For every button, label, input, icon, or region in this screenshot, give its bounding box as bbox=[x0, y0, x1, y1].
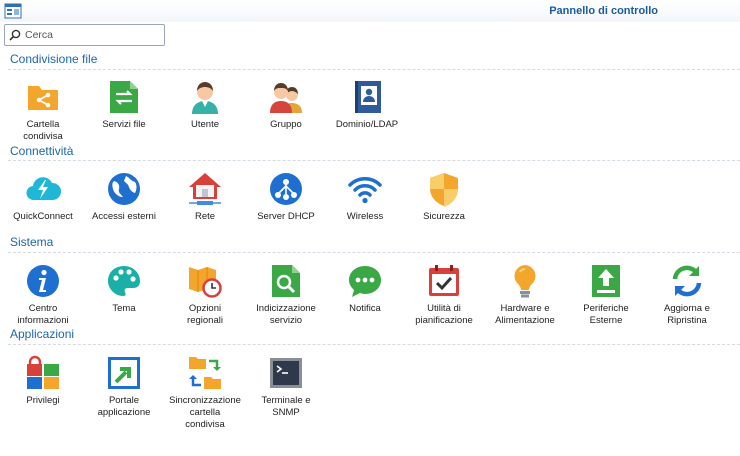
item-label: Utilità di pianificazione bbox=[415, 303, 473, 326]
section-title-sistema: Sistema bbox=[10, 235, 54, 249]
group-item[interactable]: Gruppo bbox=[246, 79, 326, 131]
section-grid-condivisione-file: Cartella condivisa Servizi file Utente G… bbox=[0, 79, 740, 159]
indexing-icon bbox=[272, 265, 300, 297]
section-grid-applicazioni: Privilegi Portale applicazione Sincroniz… bbox=[0, 355, 740, 450]
title-bar: Pannello di controllo bbox=[0, 0, 740, 22]
privileges-item[interactable]: Privilegi bbox=[3, 355, 83, 407]
chat-bubble-icon bbox=[349, 266, 381, 297]
item-label: Privilegi bbox=[26, 395, 60, 406]
item-label: Servizi file bbox=[102, 119, 146, 130]
item-label: Tema bbox=[112, 303, 136, 314]
dhcp-icon bbox=[270, 173, 302, 205]
terminal-snmp-item[interactable]: Terminale e SNMP bbox=[246, 355, 326, 419]
notification-item[interactable]: Notifica bbox=[325, 263, 405, 315]
item-label: Portale applicazione bbox=[97, 395, 151, 418]
domain-ldap-icon bbox=[355, 81, 381, 113]
item-label: Cartella condivisa bbox=[23, 119, 63, 142]
control-panel-icon bbox=[4, 3, 22, 19]
globe-icon bbox=[108, 173, 140, 205]
item-label: Notifica bbox=[349, 303, 381, 314]
item-label: Hardware e Alimentazione bbox=[495, 303, 555, 326]
refresh-icon bbox=[672, 265, 702, 297]
section-title-condivisione-file: Condivisione file bbox=[10, 52, 98, 66]
wireless-item[interactable]: Wireless bbox=[325, 171, 405, 223]
calendar-check-icon bbox=[429, 265, 459, 296]
app-portal-icon bbox=[108, 357, 140, 389]
item-label: Gruppo bbox=[270, 119, 302, 130]
shared-folder-icon bbox=[28, 86, 58, 110]
item-label: Centro informazioni bbox=[17, 303, 69, 326]
item-label: Utente bbox=[191, 119, 219, 130]
domain-ldap-item[interactable]: Dominio/LDAP bbox=[327, 79, 407, 131]
item-label: Dominio/LDAP bbox=[335, 119, 399, 130]
external-access-item[interactable]: Accessi esterni bbox=[84, 171, 164, 223]
quickconnect-item[interactable]: QuickConnect bbox=[3, 171, 83, 223]
hardware-power-item[interactable]: Hardware e Alimentazione bbox=[485, 263, 565, 327]
section-divider bbox=[8, 252, 740, 253]
security-item[interactable]: Sicurezza bbox=[404, 171, 484, 223]
window-title: Pannello di controllo bbox=[549, 5, 658, 17]
item-label: Wireless bbox=[346, 211, 384, 222]
item-label: Sicurezza bbox=[423, 211, 465, 222]
external-devices-item[interactable]: Periferiche Esterne bbox=[566, 263, 646, 327]
shared-folder-sync-item[interactable]: Sincronizzazione cartella condivisa bbox=[165, 355, 245, 431]
section-grid-connettivita: QuickConnect Accessi esterni Rete Server… bbox=[0, 171, 740, 251]
regional-options-item[interactable]: Opzioni regionali bbox=[165, 263, 245, 327]
user-icon bbox=[192, 82, 218, 114]
user-item[interactable]: Utente bbox=[165, 79, 245, 131]
wifi-icon bbox=[348, 177, 382, 204]
shield-icon bbox=[430, 173, 458, 207]
item-label: Sincronizzazione cartella condivisa bbox=[169, 395, 241, 430]
section-title-connettivita: Connettività bbox=[10, 144, 74, 158]
external-devices-icon bbox=[592, 265, 620, 297]
search-input[interactable] bbox=[25, 27, 161, 43]
item-label: Terminale e SNMP bbox=[261, 395, 311, 418]
item-label: Aggiorna e Ripristina bbox=[664, 303, 710, 326]
item-label: Rete bbox=[194, 211, 216, 222]
dhcp-server-item[interactable]: Server DHCP bbox=[246, 171, 326, 223]
item-label: Indicizzazione servizio bbox=[256, 303, 316, 326]
theme-item[interactable]: Tema bbox=[84, 263, 164, 315]
file-services-item[interactable]: Servizi file bbox=[84, 79, 164, 131]
palette-icon bbox=[108, 266, 140, 296]
privileges-icon bbox=[27, 355, 59, 389]
item-label: Server DHCP bbox=[257, 211, 315, 222]
section-title-applicazioni: Applicazioni bbox=[10, 327, 75, 341]
map-clock-icon bbox=[189, 267, 222, 298]
item-label: Periferiche Esterne bbox=[583, 303, 629, 326]
section-grid-sistema: Centro informazioni Tema Opzioni regiona… bbox=[0, 263, 740, 343]
network-item[interactable]: Rete bbox=[165, 171, 245, 223]
section-divider bbox=[8, 344, 740, 345]
file-services-icon bbox=[110, 81, 138, 113]
info-center-item[interactable]: Centro informazioni bbox=[3, 263, 83, 327]
quickconnect-icon bbox=[26, 177, 61, 201]
item-label: Opzioni regionali bbox=[187, 303, 223, 326]
search-icon bbox=[9, 29, 21, 41]
item-label: QuickConnect bbox=[13, 211, 73, 222]
task-scheduler-item[interactable]: Utilità di pianificazione bbox=[404, 263, 484, 327]
shared-folder-item[interactable]: Cartella condivisa bbox=[3, 79, 83, 143]
group-icon bbox=[270, 83, 302, 113]
indexing-service-item[interactable]: Indicizzazione servizio bbox=[246, 263, 326, 327]
network-house-icon bbox=[189, 173, 221, 205]
section-divider bbox=[8, 160, 740, 161]
update-restore-item[interactable]: Aggiorna e Ripristina bbox=[647, 263, 727, 327]
search-box[interactable] bbox=[4, 24, 165, 46]
item-label: Accessi esterni bbox=[92, 211, 156, 222]
folder-sync-icon bbox=[189, 357, 221, 389]
info-icon bbox=[27, 265, 59, 297]
terminal-icon bbox=[270, 358, 302, 388]
app-portal-item[interactable]: Portale applicazione bbox=[84, 355, 164, 419]
section-divider bbox=[8, 69, 740, 70]
lightbulb-icon bbox=[514, 265, 536, 298]
